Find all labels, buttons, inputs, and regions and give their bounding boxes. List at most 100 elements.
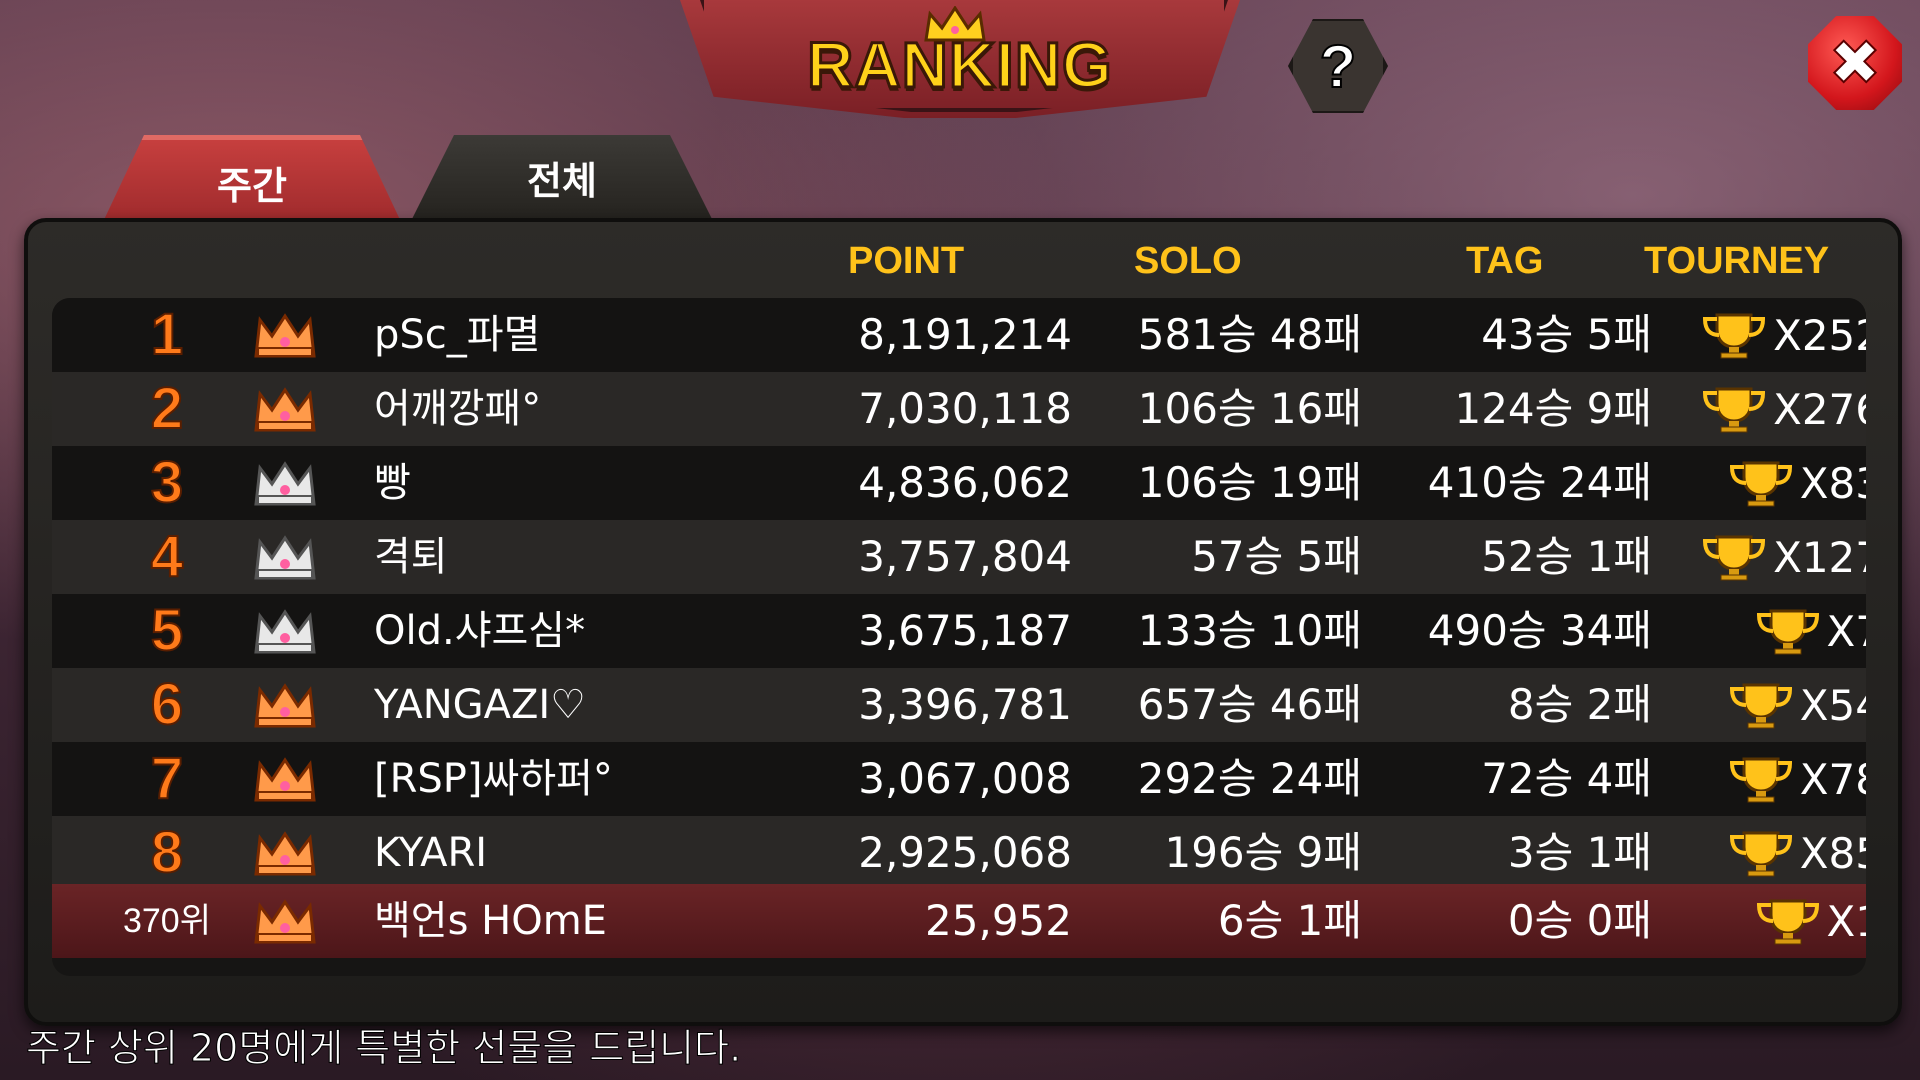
- tourney-count: X83: [1799, 458, 1866, 508]
- tab-weekly[interactable]: 주간: [102, 135, 402, 224]
- tourney-cell: X252: [1652, 298, 1866, 372]
- player-name: Old.샤프심*: [374, 608, 586, 654]
- solo-record: 196승 9패: [1164, 828, 1362, 877]
- tag-record: 43승 5패: [1481, 310, 1652, 359]
- trophy-icon: [1756, 609, 1819, 655]
- tourney-count: X54: [1799, 680, 1866, 730]
- solo-record: 292승 24패: [1137, 754, 1362, 803]
- column-header-point: POINT: [848, 240, 965, 282]
- trophy-icon: [1703, 313, 1766, 359]
- table-row[interactable]: 2 어깨깡패° 7,030,118 106승 16패 124승 9패 X276: [52, 372, 1866, 446]
- crown-icon: [254, 899, 316, 944]
- trophy-icon: [1756, 899, 1819, 945]
- trophy-icon: [1729, 461, 1792, 507]
- tourney-count: X252: [1773, 310, 1866, 360]
- rank-number: 5: [150, 597, 184, 664]
- solo-record: 133승 10패: [1137, 606, 1362, 655]
- tag-record: 72승 4패: [1481, 754, 1652, 803]
- tourney-count: X78: [1799, 754, 1866, 804]
- player-name: pSc_파멸: [374, 312, 541, 358]
- trophy-icon: [1729, 683, 1792, 729]
- point-value: 8,191,214: [858, 310, 1072, 359]
- table-row[interactable]: 4 격퇴 3,757,804 57승 5패 52승 1패 X127: [52, 520, 1866, 594]
- player-name: [RSP]싸하퍼°: [374, 756, 613, 802]
- player-name: 백언s HOmE: [374, 898, 607, 944]
- footer-notice: 주간 상위 20명에게 특별한 선물을 드립니다.: [25, 1026, 742, 1071]
- tourney-cell: X276: [1652, 372, 1866, 446]
- table-row[interactable]: 1 pSc_파멸 8,191,214 581승 48패 43승 5패 X252: [52, 298, 1866, 372]
- rank-number: 370위: [122, 902, 211, 940]
- crown-icon: [254, 609, 316, 654]
- tag-record: 124승 9패: [1454, 384, 1652, 433]
- help-button[interactable]: ?: [1288, 19, 1388, 113]
- table-row[interactable]: 7 [RSP]싸하퍼° 3,067,008 292승 24패 72승 4패 X78: [52, 742, 1866, 816]
- solo-record: 581승 48패: [1137, 310, 1362, 359]
- player-name: 빵: [374, 460, 411, 506]
- solo-record: 57승 5패: [1191, 532, 1362, 581]
- rank-number: 3: [150, 449, 184, 516]
- tag-record: 52승 1패: [1481, 532, 1652, 581]
- tourney-cell: X78: [1652, 742, 1866, 816]
- crown-icon: [254, 757, 316, 802]
- tourney-count: X7: [1826, 606, 1867, 656]
- rank-number: 6: [150, 671, 184, 738]
- rank-number: 1: [150, 301, 184, 368]
- crown-icon: [254, 683, 316, 728]
- column-header-solo: SOLO: [1134, 240, 1242, 282]
- crown-icon: [254, 831, 316, 876]
- tourney-cell: X83: [1652, 446, 1866, 520]
- player-name: 어깨깡패°: [374, 386, 542, 432]
- page-title: RANKING: [806, 28, 1114, 103]
- crown-icon: [254, 313, 316, 358]
- column-header-tag: TAG: [1466, 240, 1544, 282]
- tag-record: 410승 24패: [1427, 458, 1652, 507]
- tab-all[interactable]: 전체: [412, 135, 712, 219]
- point-value: 2,925,068: [858, 828, 1072, 877]
- tag-record: 8승 2패: [1507, 680, 1652, 729]
- tourney-cell: X127: [1652, 520, 1866, 594]
- trophy-icon: [1703, 387, 1766, 433]
- crown-icon: [254, 461, 316, 506]
- my-rank-row[interactable]: 370위 백언s HOmE 25,952 6승 1패 0승 0패 X1: [52, 884, 1866, 958]
- table-row[interactable]: 3 빵 4,836,062 106승 19패 410승 24패 X83: [52, 446, 1866, 520]
- point-value: 7,030,118: [858, 384, 1072, 433]
- point-value: 25,952: [925, 896, 1072, 945]
- close-icon: ✖: [1828, 26, 1882, 99]
- solo-record: 106승 16패: [1137, 384, 1362, 433]
- tourney-count: X85: [1799, 828, 1866, 878]
- trophy-icon: [1703, 535, 1766, 581]
- trophy-icon: [1729, 831, 1792, 877]
- player-name: 격퇴: [374, 534, 448, 580]
- tourney-count: X276: [1773, 384, 1866, 434]
- point-value: 3,675,187: [858, 606, 1072, 655]
- tourney-cell: X85: [1652, 816, 1866, 890]
- rank-number: 7: [150, 745, 184, 812]
- trophy-icon: [1729, 757, 1792, 803]
- tourney-cell: X7: [1652, 594, 1866, 668]
- tag-record: 490승 34패: [1427, 606, 1652, 655]
- point-value: 4,836,062: [858, 458, 1072, 507]
- point-value: 3,757,804: [858, 532, 1072, 581]
- solo-record: 6승 1패: [1217, 896, 1362, 945]
- rank-number: 8: [150, 819, 184, 886]
- point-value: 3,067,008: [858, 754, 1072, 803]
- solo-record: 106승 19패: [1137, 458, 1362, 507]
- table-row[interactable]: 5 Old.샤프심* 3,675,187 133승 10패 490승 34패 X7: [52, 594, 1866, 668]
- tourney-count: X1: [1826, 896, 1867, 946]
- crown-icon: [254, 535, 316, 580]
- rank-number: 2: [150, 375, 184, 442]
- tourney-cell: X1: [1652, 884, 1866, 958]
- tourney-count: X127: [1773, 532, 1866, 582]
- tourney-cell: X54: [1652, 668, 1866, 742]
- table-row[interactable]: 6 YANGAZI♡ 3,396,781 657승 46패 8승 2패 X54: [52, 668, 1866, 742]
- table-row[interactable]: 8 KYARI 2,925,068 196승 9패 3승 1패 X85: [52, 816, 1866, 890]
- tag-record: 0승 0패: [1507, 896, 1652, 945]
- tag-record: 3승 1패: [1507, 828, 1652, 877]
- ranking-list: 1 pSc_파멸 8,191,214 581승 48패 43승 5패 X252 2 어깨깡패°…: [52, 298, 1866, 976]
- point-value: 3,396,781: [858, 680, 1072, 729]
- player-name: YANGAZI♡: [374, 682, 587, 728]
- crown-icon: [254, 387, 316, 432]
- help-icon: ?: [1319, 32, 1358, 101]
- player-name: KYARI: [374, 830, 488, 876]
- close-button[interactable]: ✖: [1808, 16, 1902, 110]
